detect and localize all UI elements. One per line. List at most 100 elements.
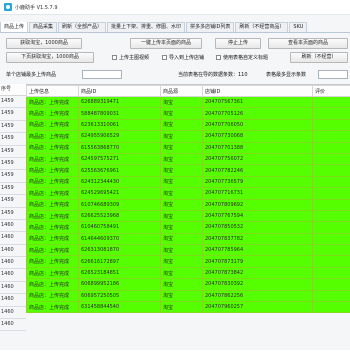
row-number: 1460 xyxy=(0,269,26,281)
upload-info-cell: 商品店：上传完成 xyxy=(27,176,79,187)
product-id-cell: 624529695421 xyxy=(79,188,161,199)
table-row[interactable]: 商品店：上传完成624597575271淘宝204707756072 xyxy=(27,153,350,164)
product-id-cell: 624312344430 xyxy=(79,176,161,187)
table-row[interactable]: 商品店：上传完成625563676961淘宝204707782246 xyxy=(27,165,350,176)
table-row[interactable]: 商品店：上传完成615563868770淘宝204707701388 xyxy=(27,142,350,153)
table-row[interactable]: 商品店：上传完成588487809031淘宝204707705126 xyxy=(27,108,350,119)
table-row[interactable]: 商品店：上传完成623613310061淘宝204707706050 xyxy=(27,119,350,130)
shop-id-cell: 204707767594 xyxy=(203,210,313,221)
shop-id-cell: 204707701388 xyxy=(203,142,313,153)
source-cell: 淘宝 xyxy=(161,199,203,210)
upload-info-cell: 商品店：上传完成 xyxy=(27,108,79,119)
table-row[interactable]: 商品店：上传完成624955906529淘宝204707730068 xyxy=(27,131,350,142)
tab-sku[interactable]: SKU xyxy=(289,22,307,32)
max-upload-input[interactable] xyxy=(82,70,122,79)
source-cell: 淘宝 xyxy=(161,233,203,244)
max-display-input[interactable] xyxy=(318,70,348,79)
row-number: 1459 xyxy=(0,195,26,207)
checkbox-box xyxy=(162,55,167,60)
table-row[interactable]: 商品店：上传完成624529695421淘宝204707716731 xyxy=(27,188,350,199)
product-id-cell: 610746689309 xyxy=(79,199,161,210)
upload-info-cell: 商品店：上传完成 xyxy=(27,245,79,256)
column-header[interactable]: 评价 xyxy=(313,86,350,97)
shop-id-cell: 204707705126 xyxy=(203,108,313,119)
app-logo-icon xyxy=(4,3,12,11)
table-row[interactable]: 商品店：上传完成626625523968淘宝204707767594 xyxy=(27,210,350,221)
upload-info-cell: 商品店：上传完成 xyxy=(27,222,79,233)
source-cell: 淘宝 xyxy=(161,279,203,290)
row-number-column: 序号 1459 1459 1459 1459 1459 1459 1459 14… xyxy=(0,84,26,350)
shop-id-cell: 204707730068 xyxy=(203,131,313,142)
tab-shop-list[interactable]: 拼多多店铺ID列表 xyxy=(186,22,234,32)
row-number: 1460 xyxy=(0,282,26,294)
source-cell: 淘宝 xyxy=(161,153,203,164)
tab-strip: 商品上传 商品采集 刷新（全部产品） 批量上下架、排重、修图、水印 拼多多店铺I… xyxy=(0,22,350,33)
table-row[interactable]: 商品店：上传完成614644609370淘宝204707837782 xyxy=(27,233,350,244)
stop-upload-button[interactable]: 停止上传 xyxy=(215,38,261,49)
table-row[interactable]: 商品店：上传完成626889319471淘宝204707567361 xyxy=(27,97,350,108)
fetch-next-page-button[interactable]: 下页获取淘宝，1000商品 xyxy=(6,52,94,63)
upload-info-cell: 商品店：上传完成 xyxy=(27,119,79,130)
source-cell: 淘宝 xyxy=(161,176,203,187)
shop-id-cell: 204707960257 xyxy=(203,302,313,313)
source-cell: 淘宝 xyxy=(161,108,203,119)
review-cell xyxy=(313,210,350,221)
product-id-cell: 614644609370 xyxy=(79,233,161,244)
table-row[interactable]: 商品店：上传完成610460758491淘宝204707850532 xyxy=(27,222,350,233)
fetch-taobao-button[interactable]: 获取淘宝，1000商品 xyxy=(6,38,82,49)
source-cell: 淘宝 xyxy=(161,210,203,221)
row-number: 1459 xyxy=(0,108,26,120)
product-id-cell: 610460758491 xyxy=(79,222,161,233)
column-header[interactable]: 店铺ID xyxy=(203,86,313,97)
row-number: 1459 xyxy=(0,170,26,182)
table-row[interactable]: 商品店：上传完成626313081870淘宝204707785964 xyxy=(27,245,350,256)
column-header[interactable]: 商品ID xyxy=(79,86,161,97)
table-row[interactable]: 商品店：上传完成606957250505淘宝204707862256 xyxy=(27,290,350,301)
column-header[interactable]: 商品源 xyxy=(161,86,203,97)
table-count-label: 当前表格在导的数据条数：110 xyxy=(178,71,248,78)
product-id-cell: 606899952186 xyxy=(79,279,161,290)
custom-title-checkbox[interactable]: 使用表格自定义标题 xyxy=(216,54,268,61)
product-id-cell: 625563676961 xyxy=(79,165,161,176)
review-cell xyxy=(313,165,350,176)
tab-refresh-inactive[interactable]: 刷新（不经营商品） xyxy=(235,22,288,32)
source-cell: 淘宝 xyxy=(161,188,203,199)
data-grid[interactable]: 上传信息 商品ID 商品源 店铺ID 评价 商品店：上传完成6268893194… xyxy=(26,84,350,351)
upload-page-button[interactable]: 一键上传本页面的商品 xyxy=(130,38,202,49)
main-image-video-checkbox[interactable]: 上传主图视频 xyxy=(112,54,149,61)
rownum-header: 序号 xyxy=(0,84,26,96)
table-row[interactable]: 商品店：上传完成624312344430淘宝204707736579 xyxy=(27,176,350,187)
table-row[interactable]: 商品店：上传完成626523184851淘宝204707873842 xyxy=(27,267,350,278)
shop-id-cell: 204707830392 xyxy=(203,279,313,290)
review-cell xyxy=(313,302,350,313)
tab-upload[interactable]: 商品上传 xyxy=(0,22,28,32)
review-cell xyxy=(313,199,350,210)
tab-collect[interactable]: 商品采集 xyxy=(29,22,57,32)
row-number: 1459 xyxy=(0,133,26,145)
tab-refresh-all[interactable]: 刷新（全部产品） xyxy=(58,22,106,32)
upload-info-cell: 商品店：上传完成 xyxy=(27,188,79,199)
review-cell xyxy=(313,267,350,278)
upload-info-cell: 商品店：上传完成 xyxy=(27,302,79,313)
shop-id-cell: 204707736579 xyxy=(203,176,313,187)
review-cell xyxy=(313,108,350,119)
source-cell: 淘宝 xyxy=(161,302,203,313)
check-page-button[interactable]: 查看本页面的商品 xyxy=(268,38,348,49)
table-row[interactable]: 商品店：上传完成610746689309淘宝204707809692 xyxy=(27,199,350,210)
row-number: 1459 xyxy=(0,96,26,108)
tab-batch-ops[interactable]: 批量上下架、排重、修图、水印 xyxy=(107,22,185,32)
review-cell xyxy=(313,142,350,153)
upload-info-cell: 商品店：上传完成 xyxy=(27,153,79,164)
source-cell: 淘宝 xyxy=(161,267,203,278)
product-id-cell: 631458844540 xyxy=(79,302,161,313)
upload-info-cell: 商品店：上传完成 xyxy=(27,131,79,142)
table-row[interactable]: 商品店：上传完成631458844540淘宝204707960257 xyxy=(27,302,350,313)
max-upload-label: 单个店铺最多上传商品 xyxy=(6,71,56,78)
import-shop-checkbox[interactable]: 导入到上传店铺 xyxy=(162,54,204,61)
table-row[interactable]: 商品店：上传完成626616172897淘宝204707873179 xyxy=(27,256,350,267)
refresh-inactive-button[interactable]: 刷新（不经营） xyxy=(290,52,348,63)
grid-header-row: 上传信息 商品ID 商品源 店铺ID 评价 xyxy=(27,86,350,97)
shop-id-cell: 204707567361 xyxy=(203,97,313,108)
table-row[interactable]: 商品店：上传完成606899952186淘宝204707830392 xyxy=(27,279,350,290)
column-header[interactable]: 上传信息 xyxy=(27,86,79,97)
